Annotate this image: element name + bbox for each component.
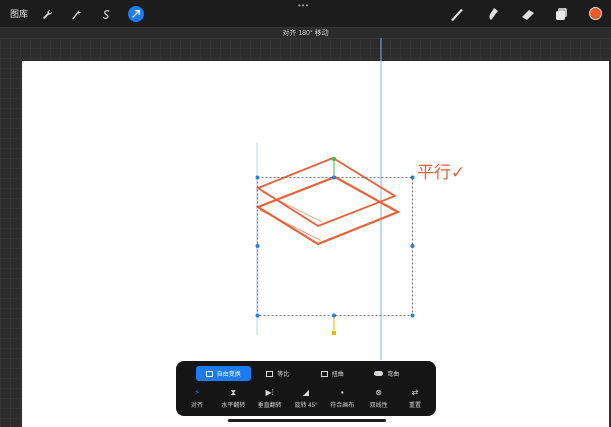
handle-top-right bbox=[410, 175, 415, 180]
action-label: 垂直翻转 bbox=[257, 403, 282, 409]
sketch-rhombus-top bbox=[256, 156, 398, 228]
flip-horizontal-icon: ⧗ bbox=[230, 388, 237, 397]
handle-bottom-right bbox=[410, 313, 415, 318]
mode-label: 弯曲 bbox=[387, 372, 400, 378]
transform-mode-selector: 自由变换 等比 扭曲 弯曲 bbox=[196, 366, 414, 381]
mode-distort[interactable]: 扭曲 bbox=[305, 366, 360, 381]
mode-label: 等比 bbox=[277, 372, 290, 378]
handle-bottom bbox=[332, 313, 336, 318]
action-label: 旋转 45° bbox=[294, 403, 318, 409]
snapping-button[interactable]: ⚡ 对齐 bbox=[179, 388, 215, 409]
handle-top-left bbox=[255, 175, 260, 180]
sketch-rhombus-bottom bbox=[255, 175, 401, 246]
distort-icon bbox=[320, 370, 328, 377]
action-label: 重置 bbox=[408, 403, 421, 409]
rotation-handle[interactable] bbox=[331, 156, 337, 162]
rotate-icon: ◢ bbox=[302, 388, 310, 397]
procreate-app: 图库 ••• 对齐 180° 移动 平行✓ 自由变换 等比 扭曲 弯曲 ⚡ 对齐… bbox=[0, 0, 611, 427]
reset-icon: ⇄ bbox=[411, 388, 419, 397]
uniform-icon bbox=[266, 370, 274, 377]
mode-uniform[interactable]: 等比 bbox=[251, 366, 306, 381]
rotate-45-button[interactable]: ◢ 旋转 45° bbox=[288, 388, 324, 409]
action-label: 双线性 bbox=[369, 403, 388, 409]
handle-bottom-left bbox=[255, 313, 260, 318]
action-label: 水平翻转 bbox=[221, 403, 246, 409]
handwritten-note: 平行✓ bbox=[417, 163, 465, 183]
handle-right bbox=[410, 244, 415, 248]
transform-panel: 自由变换 等比 扭曲 弯曲 ⚡ 对齐 ⧗ 水平翻转 ▶⁞ 垂直翻转 ◢ 旋转 4… bbox=[176, 361, 436, 416]
action-label: 符合画布 bbox=[330, 403, 355, 409]
mode-label: 自由变换 bbox=[216, 372, 241, 378]
transform-actions: ⚡ 对齐 ⧗ 水平翻转 ▶⁞ 垂直翻转 ◢ 旋转 45° ▪ 符合画布 ⊗ 双线… bbox=[179, 388, 433, 409]
pivot-handle[interactable] bbox=[332, 331, 336, 335]
bilinear-button[interactable]: ⊗ 双线性 bbox=[361, 388, 397, 409]
reset-button[interactable]: ⇄ 重置 bbox=[397, 388, 433, 409]
warp-toggle-icon bbox=[374, 371, 384, 376]
handle-top bbox=[332, 175, 336, 180]
fit-canvas-icon: ▪ bbox=[340, 388, 344, 397]
bilinear-icon: ⊗ bbox=[375, 388, 382, 397]
flip-horizontal-button[interactable]: ⧗ 水平翻转 bbox=[215, 388, 251, 409]
transform-bounding-box[interactable] bbox=[257, 160, 413, 332]
freeform-icon bbox=[205, 370, 213, 377]
snapping-bolt-icon: ⚡ bbox=[194, 388, 200, 397]
home-indicator bbox=[228, 419, 386, 422]
handle-left bbox=[255, 244, 260, 248]
mode-label: 扭曲 bbox=[331, 372, 344, 378]
mode-freeform[interactable]: 自由变换 bbox=[196, 366, 251, 381]
action-label: 对齐 bbox=[190, 403, 203, 409]
fit-to-canvas-button[interactable]: ▪ 符合画布 bbox=[324, 388, 360, 409]
flip-vertical-icon: ▶⁞ bbox=[265, 388, 274, 397]
flip-vertical-button[interactable]: ▶⁞ 垂直翻转 bbox=[252, 388, 288, 409]
mode-warp[interactable]: 弯曲 bbox=[360, 366, 415, 381]
